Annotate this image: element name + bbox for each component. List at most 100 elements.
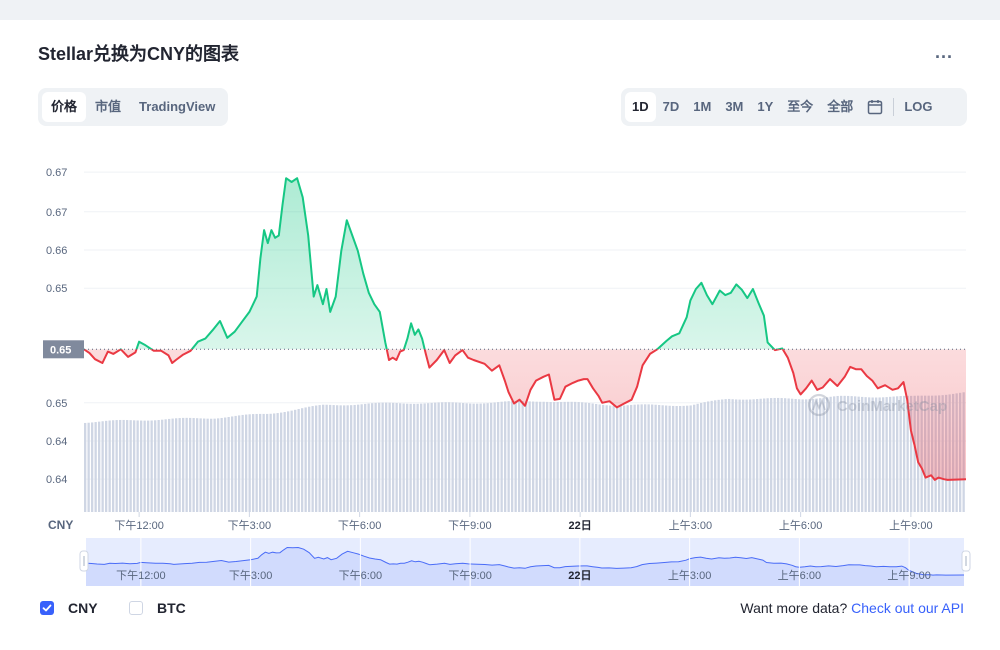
volume-bar bbox=[206, 418, 209, 512]
volume-bar bbox=[598, 404, 601, 512]
legend-item-cny[interactable]: CNY bbox=[40, 600, 98, 616]
volume-bar bbox=[504, 401, 507, 512]
tab-tradingview[interactable]: TradingView bbox=[130, 92, 224, 122]
tab-range-7d[interactable]: 7D bbox=[656, 92, 687, 122]
volume-bar bbox=[91, 422, 94, 512]
navigator-tick-label: 上午9:00 bbox=[887, 569, 930, 582]
tab-market-cap[interactable]: 市值 bbox=[86, 92, 130, 122]
x-tick-label: 下午9:00 bbox=[448, 519, 491, 532]
volume-bar bbox=[829, 396, 832, 512]
volume-bar bbox=[283, 412, 286, 512]
volume-bar bbox=[437, 402, 440, 512]
volume-bar bbox=[301, 408, 304, 512]
volume-bar bbox=[553, 402, 556, 512]
volume-bar bbox=[168, 418, 171, 512]
volume-bar bbox=[395, 403, 398, 512]
volume-bar bbox=[472, 403, 475, 512]
volume-bar bbox=[304, 407, 307, 512]
volume-bar bbox=[525, 401, 528, 512]
volume-bar bbox=[364, 403, 367, 512]
volume-bar bbox=[640, 404, 643, 512]
volume-bar bbox=[325, 404, 328, 512]
legend-label: CNY bbox=[68, 600, 98, 616]
volume-bar bbox=[766, 398, 769, 512]
more-options-icon[interactable]: ... bbox=[935, 42, 953, 63]
volume-bar bbox=[668, 405, 671, 512]
volume-bar bbox=[469, 403, 472, 512]
volume-bar bbox=[521, 401, 524, 512]
more-data-text: Want more data? bbox=[740, 600, 848, 616]
volume-bar bbox=[248, 414, 251, 512]
tab-range-1m[interactable]: 1M bbox=[686, 92, 718, 122]
legend-item-btc[interactable]: BTC bbox=[129, 600, 186, 616]
volume-bar bbox=[308, 406, 311, 512]
volume-bar bbox=[507, 401, 510, 512]
tab-range-1y[interactable]: 1Y bbox=[750, 92, 780, 122]
checkbox-unchecked-icon[interactable] bbox=[129, 601, 143, 615]
api-link[interactable]: Check out our API bbox=[851, 600, 964, 616]
volume-bar bbox=[430, 402, 433, 512]
volume-bar bbox=[567, 401, 570, 512]
volume-bar bbox=[661, 405, 664, 512]
volume-bar bbox=[448, 402, 451, 512]
tab-range-1d[interactable]: 1D bbox=[625, 92, 656, 122]
volume-bar bbox=[777, 397, 780, 512]
volume-bar bbox=[574, 401, 577, 512]
volume-bar bbox=[294, 409, 297, 512]
volume-bar bbox=[518, 400, 521, 512]
volume-bar bbox=[812, 398, 815, 512]
volume-bar bbox=[409, 403, 412, 512]
checkbox-checked-icon[interactable] bbox=[40, 601, 54, 615]
volume-bar bbox=[577, 402, 580, 512]
volume-bar bbox=[192, 418, 195, 512]
volume-bar bbox=[728, 398, 731, 512]
volume-bar bbox=[231, 416, 234, 512]
volume-bar bbox=[329, 404, 332, 512]
tab-range-3m[interactable]: 3M bbox=[718, 92, 750, 122]
volume-bar bbox=[679, 405, 682, 512]
volume-bar bbox=[735, 399, 738, 512]
volume-bar bbox=[406, 403, 409, 512]
volume-bar bbox=[696, 403, 699, 512]
volume-bar bbox=[703, 402, 706, 512]
volume-bar bbox=[682, 405, 685, 512]
volume-bar bbox=[105, 420, 108, 512]
volume-bar bbox=[234, 415, 237, 512]
volume-bar bbox=[346, 405, 349, 512]
volume-bar bbox=[749, 399, 752, 512]
volume-bar bbox=[420, 403, 423, 512]
volume-bar bbox=[528, 401, 531, 512]
range-navigator[interactable]: 下午12:00 下午3:00 下午6:00 下午9:00 22日 上午3:00 上午6:00… bbox=[79, 538, 971, 586]
volume-bar bbox=[262, 413, 265, 512]
volume-bars bbox=[84, 392, 965, 512]
volume-bar bbox=[689, 405, 692, 512]
price-chart[interactable]: 0.67 0.67 0.66 0.65 0.65 0.64 0.64 0.65 CoinMark… bbox=[0, 140, 1000, 590]
baseline-label: 0.65 bbox=[50, 344, 71, 356]
volume-bar bbox=[126, 420, 129, 512]
volume-bar bbox=[465, 403, 468, 512]
tab-price[interactable]: 价格 bbox=[42, 92, 87, 122]
volume-bar bbox=[136, 420, 139, 512]
volume-bar bbox=[150, 420, 153, 512]
volume-bar bbox=[210, 418, 213, 512]
volume-bar bbox=[724, 399, 727, 512]
volume-bar bbox=[637, 404, 640, 512]
volume-bar bbox=[140, 420, 143, 512]
tab-log-scale[interactable]: LOG bbox=[897, 92, 939, 122]
volume-bar bbox=[623, 405, 626, 512]
tab-range-all[interactable]: 全部 bbox=[820, 92, 860, 122]
volume-bar bbox=[644, 404, 647, 512]
volume-bar bbox=[189, 417, 192, 512]
volume-bar bbox=[532, 401, 535, 512]
volume-bar bbox=[353, 404, 356, 512]
volume-bar bbox=[402, 403, 405, 512]
volume-bar bbox=[427, 403, 430, 512]
volume-bar bbox=[686, 405, 689, 512]
volume-bar bbox=[588, 403, 591, 512]
tab-range-ytd[interactable]: 至今 bbox=[780, 92, 820, 122]
volume-bar bbox=[500, 401, 503, 512]
more-data-note: Want more data? Check out our API bbox=[740, 600, 964, 616]
volume-bar bbox=[290, 410, 293, 512]
volume-bar bbox=[581, 402, 584, 512]
calendar-icon[interactable] bbox=[860, 92, 890, 122]
